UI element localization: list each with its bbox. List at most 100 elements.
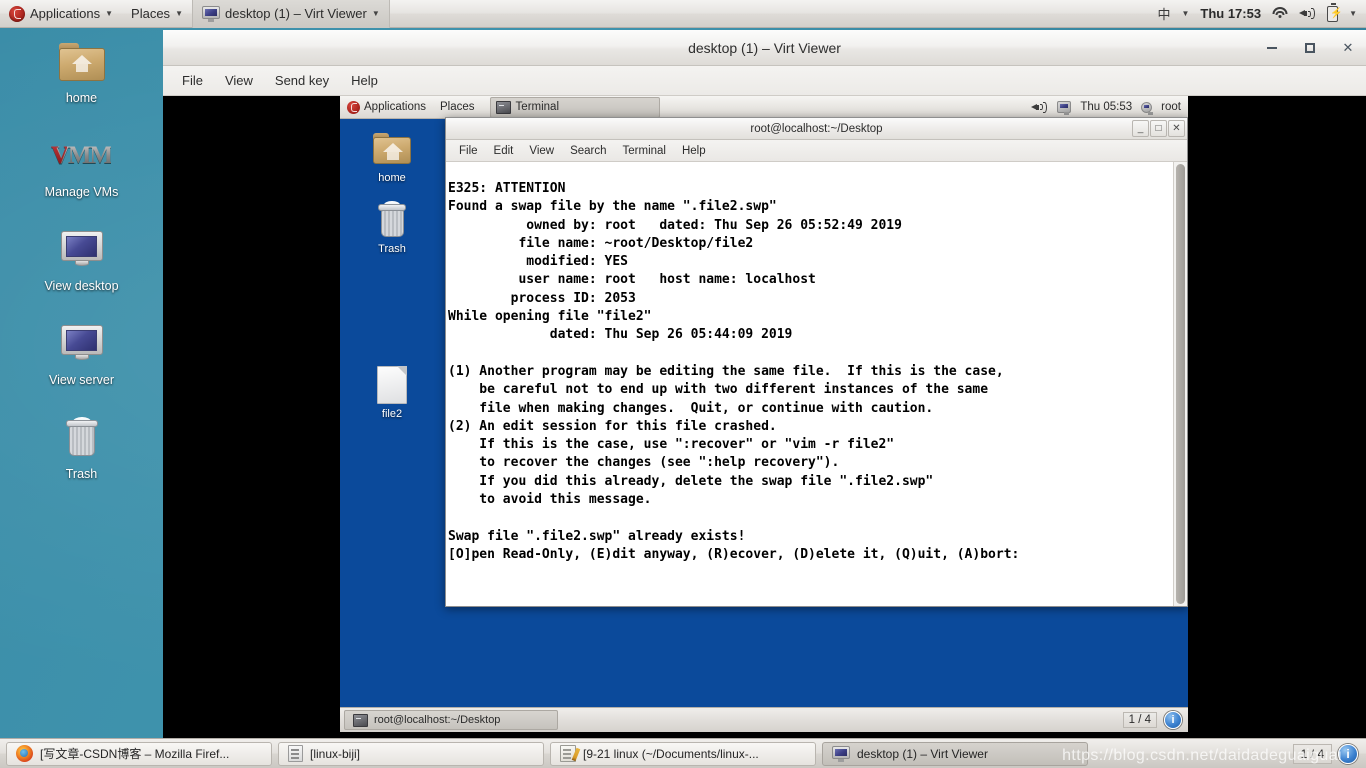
desktop-icon-trash[interactable]: Trash <box>0 414 163 481</box>
note-icon <box>288 745 303 762</box>
virt-viewer-display-area: Applications Places Terminal Thu 05:53 r… <box>163 96 1366 738</box>
guest-panel-task-label: Terminal <box>515 101 560 113</box>
menu-terminal[interactable]: Terminal <box>616 143 673 159</box>
maximize-button[interactable]: □ <box>1150 120 1167 137</box>
terminal-window: root@localhost:~/Desktop _ □ ✕ File Edit… <box>445 117 1188 607</box>
minimize-button[interactable] <box>1264 40 1280 56</box>
desktop-icon-label: View desktop <box>44 279 119 293</box>
volume-icon[interactable] <box>1031 100 1048 114</box>
home-folder-icon <box>0 38 163 86</box>
home-folder-icon <box>340 129 444 169</box>
info-icon[interactable]: i <box>1164 711 1182 729</box>
host-panel-tray: 中 ▼ Thu 17:53 ⚡ ▼ <box>1157 3 1366 23</box>
menu-search[interactable]: Search <box>563 143 613 159</box>
screen-root: home VMM Manage VMs View desktop View se… <box>0 0 1366 768</box>
monitor-icon <box>0 226 163 274</box>
guest-desktop-icon-list: home Trash file2 <box>340 120 444 420</box>
taskbar-item-firefox[interactable]: [写文章-CSDN博客 – Mozilla Firef... <box>6 741 272 766</box>
taskbar-item-linux-biji[interactable]: [linux-biji] <box>278 741 544 766</box>
terminal-window-controls: _ □ ✕ <box>1132 120 1185 137</box>
network-disconnected-icon[interactable] <box>1057 101 1072 115</box>
host-clock[interactable]: Thu 17:53 <box>1200 6 1261 21</box>
guest-clock[interactable]: Thu 05:53 <box>1080 101 1132 113</box>
terminal-title: root@localhost:~/Desktop <box>750 122 883 135</box>
host-desktop-icon-list: home VMM Manage VMs View desktop View se… <box>0 38 163 508</box>
guest-applications-label: Applications <box>364 101 427 113</box>
input-method-icon[interactable]: 中 <box>1157 4 1170 23</box>
menu-file[interactable]: File <box>452 143 485 159</box>
close-icon[interactable]: ✕ <box>1168 120 1185 137</box>
fedora-logo-icon <box>347 100 360 114</box>
terminal-output-text: E325: ATTENTION Found a swap file by the… <box>448 181 1020 562</box>
guest-user-label[interactable]: root <box>1161 101 1181 113</box>
terminal-menubar: File Edit View Search Terminal Help <box>446 140 1187 162</box>
maximize-button[interactable] <box>1302 40 1318 56</box>
taskbar-item-label: [9-21 linux (~/Documents/linux-... <box>583 746 759 761</box>
menu-file[interactable]: File <box>173 70 212 91</box>
scrollbar-thumb[interactable] <box>1176 164 1185 604</box>
guest-icon-home[interactable]: home <box>340 129 444 184</box>
trash-icon <box>340 200 444 240</box>
battery-icon[interactable]: ⚡ <box>1327 3 1343 22</box>
desktop-icon-label: Trash <box>65 467 98 481</box>
virt-viewer-menubar: File View Send key Help <box>163 66 1366 96</box>
desktop-icon-label: Manage VMs <box>44 185 119 199</box>
host-workspace-pager[interactable]: 1 / 4 <box>1292 743 1332 764</box>
virt-viewer-window: desktop (1) – Virt Viewer ✕ File View Se… <box>163 30 1366 738</box>
menu-help[interactable]: Help <box>675 143 713 159</box>
host-applications-label: Applications <box>30 6 101 21</box>
taskbar-item-9-21-linux[interactable]: [9-21 linux (~/Documents/linux-... <box>550 741 816 766</box>
taskbar-item-label: desktop (1) – Virt Viewer <box>857 746 988 761</box>
guest-icon-file2[interactable]: file2 <box>340 365 444 420</box>
host-window-menu-virt-viewer[interactable]: desktop (1) – Virt Viewer ▼ <box>191 0 390 28</box>
host-taskbar-tray: 1 / 4 i <box>1292 743 1360 764</box>
close-icon[interactable]: ✕ <box>1340 40 1356 56</box>
desktop-icon-view-server[interactable]: View server <box>0 320 163 387</box>
monitor-icon <box>201 5 220 22</box>
host-applications-menu[interactable]: Applications ▼ <box>0 0 122 28</box>
guest-screen: Applications Places Terminal Thu 05:53 r… <box>340 96 1188 732</box>
desktop-icon-manage-vms[interactable]: VMM Manage VMs <box>0 132 163 199</box>
taskbar-item-label: [linux-biji] <box>310 746 361 761</box>
guest-workspace-pager[interactable]: 1 / 4 <box>1122 712 1157 728</box>
volume-icon[interactable] <box>1299 7 1316 21</box>
host-places-menu[interactable]: Places ▼ <box>122 0 192 28</box>
menu-edit[interactable]: Edit <box>487 143 521 159</box>
fedora-logo-icon <box>9 5 25 22</box>
menu-send-key[interactable]: Send key <box>266 70 338 91</box>
chevron-down-icon: ▼ <box>175 8 183 18</box>
guest-applications-menu[interactable]: Applications <box>340 96 433 119</box>
guest-icon-label: home <box>378 172 406 184</box>
desktop-icon-view-desktop[interactable]: View desktop <box>0 226 163 293</box>
virt-viewer-titlebar[interactable]: desktop (1) – Virt Viewer ✕ <box>163 30 1366 66</box>
desktop-icon-home[interactable]: home <box>0 38 163 105</box>
terminal-scrollbar[interactable] <box>1173 162 1187 606</box>
terminal-titlebar[interactable]: root@localhost:~/Desktop _ □ ✕ <box>446 118 1187 140</box>
guest-panel-task-terminal[interactable]: Terminal <box>489 96 660 118</box>
info-icon[interactable]: i <box>1338 743 1358 764</box>
terminal-icon <box>353 713 368 727</box>
guest-places-menu[interactable]: Places <box>433 96 482 119</box>
minimize-button[interactable]: _ <box>1132 120 1149 137</box>
taskbar-item-virt-viewer[interactable]: desktop (1) – Virt Viewer <box>822 741 1088 766</box>
terminal-body[interactable]: E325: ATTENTION Found a swap file by the… <box>446 162 1187 606</box>
firefox-icon <box>16 745 33 762</box>
chevron-down-icon[interactable]: ▼ <box>1181 9 1189 18</box>
guest-top-panel: Applications Places Terminal Thu 05:53 r… <box>340 96 1188 119</box>
chevron-down-icon: ▼ <box>371 8 380 18</box>
guest-icon-trash[interactable]: Trash <box>340 200 444 255</box>
virt-viewer-title: desktop (1) – Virt Viewer <box>688 39 841 56</box>
menu-help[interactable]: Help <box>342 70 387 91</box>
host-places-label: Places <box>131 6 171 21</box>
desktop-icon-label: View server <box>48 373 115 387</box>
guest-icon-label: file2 <box>381 408 403 420</box>
guest-taskbar-item-terminal[interactable]: root@localhost:~/Desktop <box>344 710 558 730</box>
menu-view[interactable]: View <box>216 70 262 91</box>
monitor-icon <box>832 745 850 762</box>
user-icon <box>1141 101 1154 115</box>
guest-taskbar-tray: 1 / 4 i <box>1122 711 1184 729</box>
host-bottom-taskbar: [写文章-CSDN博客 – Mozilla Firef... [linux-bi… <box>0 738 1366 768</box>
chevron-down-icon[interactable]: ▼ <box>1349 9 1357 18</box>
wifi-icon[interactable] <box>1272 7 1288 20</box>
menu-view[interactable]: View <box>522 143 561 159</box>
